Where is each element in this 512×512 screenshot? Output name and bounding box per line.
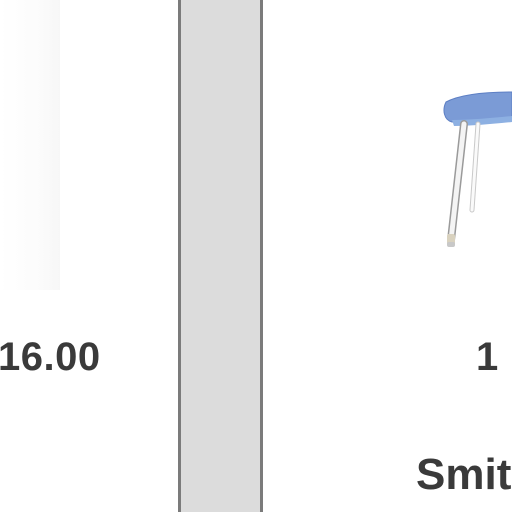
chair-icon [443,91,512,247]
product-price-right: 1 [476,335,499,379]
product-image-left[interactable] [0,0,60,290]
product-image-right[interactable] [416,60,512,290]
product-brand-right: Smit [416,450,512,499]
product-card-right[interactable]: 1 Smit [266,0,512,512]
product-card-left[interactable]: 16.00 [0,0,178,512]
column-divider [178,0,263,512]
product-price-left: 16.00 [0,335,101,379]
product-grid: 16.00 1 Smit [0,0,512,512]
